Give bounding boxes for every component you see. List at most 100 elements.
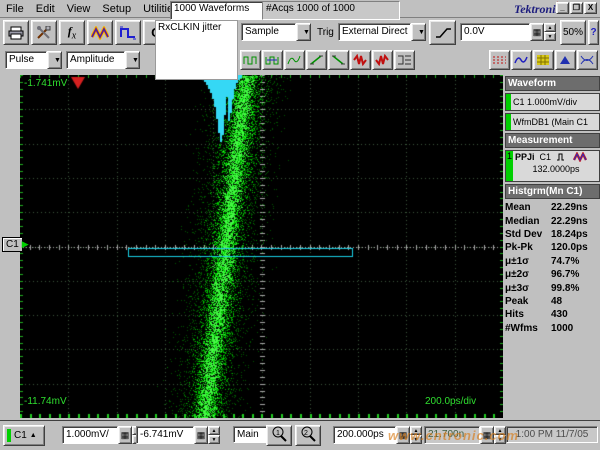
timebase-mode-field[interactable]: Main — [233, 426, 267, 443]
zoom1-button[interactable]: 1 — [266, 425, 292, 446]
keypad-icon[interactable]: ▦ — [194, 426, 208, 444]
stat-value: 120.0ps — [551, 242, 588, 253]
pulse-glyph-icon — [556, 152, 568, 162]
printer-icon — [8, 26, 24, 40]
tektronix-logo: Tektronix — [514, 2, 562, 17]
mask-test-button[interactable] — [533, 50, 554, 70]
rise-time-icon — [309, 54, 324, 66]
tools-button[interactable] — [31, 20, 57, 45]
stat-label: Peak — [505, 296, 551, 307]
cycle-burst-icon — [375, 54, 390, 66]
rising-edge-icon — [434, 26, 452, 40]
timing-hist-icon — [397, 54, 412, 66]
annotation-box[interactable]: RxCLKIN jitter — [155, 20, 238, 80]
eye-diagram-button[interactable] — [577, 50, 598, 70]
restore-button[interactable]: ❐ — [570, 2, 583, 14]
measure-type-value: Amplitude — [66, 51, 125, 69]
context-help-button[interactable]: ? — [588, 20, 599, 45]
measure-category-combo[interactable]: Pulse ▼ — [5, 51, 62, 69]
burst-icon — [353, 54, 368, 66]
keypad-icon[interactable]: ▦ — [530, 23, 544, 41]
graticule-display[interactable] — [20, 75, 503, 418]
channel-color-bar — [506, 114, 511, 130]
meas-fall-time-button[interactable] — [328, 50, 349, 70]
waveform-display-button[interactable] — [511, 50, 532, 70]
acquisition-button[interactable] — [115, 20, 141, 45]
menu-setup[interactable]: Setup — [102, 3, 131, 15]
spin-up-icon[interactable]: ▲ — [208, 426, 220, 435]
measurement-section-header: Measurement — [505, 133, 600, 148]
waveform-define-button[interactable] — [87, 20, 113, 45]
minimize-button[interactable]: _ — [556, 2, 569, 14]
measurement-item[interactable]: 1 PPJi C1 132.0000ps — [505, 150, 600, 182]
fall-time-icon — [331, 54, 346, 66]
menu-view[interactable]: View — [67, 3, 91, 15]
chevron-down-icon[interactable]: ▼ — [47, 51, 62, 69]
vertical-offset-field[interactable]: -6.741mV — [136, 426, 194, 444]
math-button[interactable]: fx — [59, 20, 85, 45]
meas-pos-width-button[interactable] — [240, 50, 261, 70]
stat-row: Std Dev18.24ps — [505, 228, 600, 241]
vertical-scale-group: 1.000mV/ ▦ ▲▼ — [62, 426, 144, 444]
spin-down-icon[interactable]: ▼ — [208, 435, 220, 444]
channel-select-button[interactable]: C1 ▲ — [3, 425, 45, 446]
chevron-down-icon[interactable]: ▼ — [125, 51, 140, 69]
histogram-button[interactable] — [555, 50, 576, 70]
svg-text:1: 1 — [276, 430, 280, 437]
svg-text:2: 2 — [304, 430, 308, 437]
trigger-source-combo[interactable]: External Direct ▼ — [338, 23, 426, 41]
meas-timing-button[interactable] — [394, 50, 415, 70]
channel-color-bar — [506, 94, 511, 110]
vertical-offset-group: -6.741mV ▦ ▲▼ — [136, 426, 220, 444]
bottom-voltage-label: -11.74mV — [24, 396, 67, 407]
channel-color-bar — [7, 429, 11, 442]
waveform-canvas[interactable] — [20, 75, 503, 418]
trigger-level-group: 0.0V ▦ ▲▼ — [460, 23, 556, 41]
spin-up-icon[interactable]: ▲ — [544, 23, 556, 32]
double-pulse-icon — [265, 54, 280, 66]
meas-rise-time-button[interactable] — [306, 50, 327, 70]
stat-row: Mean22.29ns — [505, 201, 600, 214]
keypad-icon[interactable]: ▦ — [118, 426, 132, 444]
stat-row: μ±1σ74.7% — [505, 255, 600, 268]
magnifier-2-icon: 2 — [300, 426, 317, 442]
histogram-stats: Mean22.29nsMedian22.29nsStd Dev18.24psPk… — [505, 201, 600, 335]
channel-arrow-icon: ▶ — [22, 239, 29, 250]
zoom-percent-button[interactable]: 50% — [560, 20, 586, 45]
sample-mode-combo[interactable]: Sample ▼ — [241, 23, 311, 41]
meas-neg-width-button[interactable] — [262, 50, 283, 70]
meas-burst-button[interactable] — [350, 50, 371, 70]
meas-period-button[interactable] — [284, 50, 305, 70]
stat-value: 22.29ns — [551, 216, 588, 227]
magnifier-1-icon: 1 — [271, 426, 288, 442]
stat-value: 74.7% — [551, 256, 579, 267]
spin-down-icon[interactable]: ▼ — [544, 32, 556, 41]
stat-row: Hits430 — [505, 308, 600, 321]
print-button[interactable] — [3, 20, 29, 45]
zoom2-button[interactable]: 2 — [295, 425, 321, 446]
trigger-slope-button[interactable] — [429, 20, 456, 45]
chevron-down-icon[interactable]: ▼ — [296, 23, 311, 41]
fx-icon: fx — [68, 24, 76, 41]
sample-mode-value: Sample — [241, 23, 296, 41]
meas-cycle-button[interactable] — [372, 50, 393, 70]
measurement-index-bar: 1 — [506, 151, 513, 181]
channel-position-marker[interactable]: C1 ▶ — [2, 237, 29, 252]
trigger-level-field[interactable]: 0.0V — [460, 23, 530, 41]
vertical-offset-stepper: ▲▼ — [208, 426, 220, 444]
menu-file[interactable]: File — [6, 3, 24, 15]
waveform-item-wfmdb[interactable]: WfmDB1 (Main C1 — [505, 113, 600, 131]
close-button[interactable]: X — [584, 2, 597, 14]
waveform-item-c1[interactable]: C1 1.000mV/div — [505, 93, 600, 111]
measurement-source: C1 — [540, 152, 552, 162]
cursors-button[interactable] — [489, 50, 510, 70]
vertical-scale-field[interactable]: 1.000mV/ — [62, 426, 118, 444]
stat-value: 96.7% — [551, 269, 579, 280]
menu-edit[interactable]: Edit — [36, 3, 55, 15]
horizontal-scale-field[interactable]: 200.000ps — [333, 426, 396, 444]
chevron-down-icon[interactable]: ▼ — [411, 23, 426, 41]
channel-chip: C1 — [2, 237, 23, 252]
measure-type-combo[interactable]: Amplitude ▼ — [66, 51, 140, 69]
measurement-value: 132.0000ps — [515, 164, 597, 174]
stat-label: Hits — [505, 309, 551, 320]
